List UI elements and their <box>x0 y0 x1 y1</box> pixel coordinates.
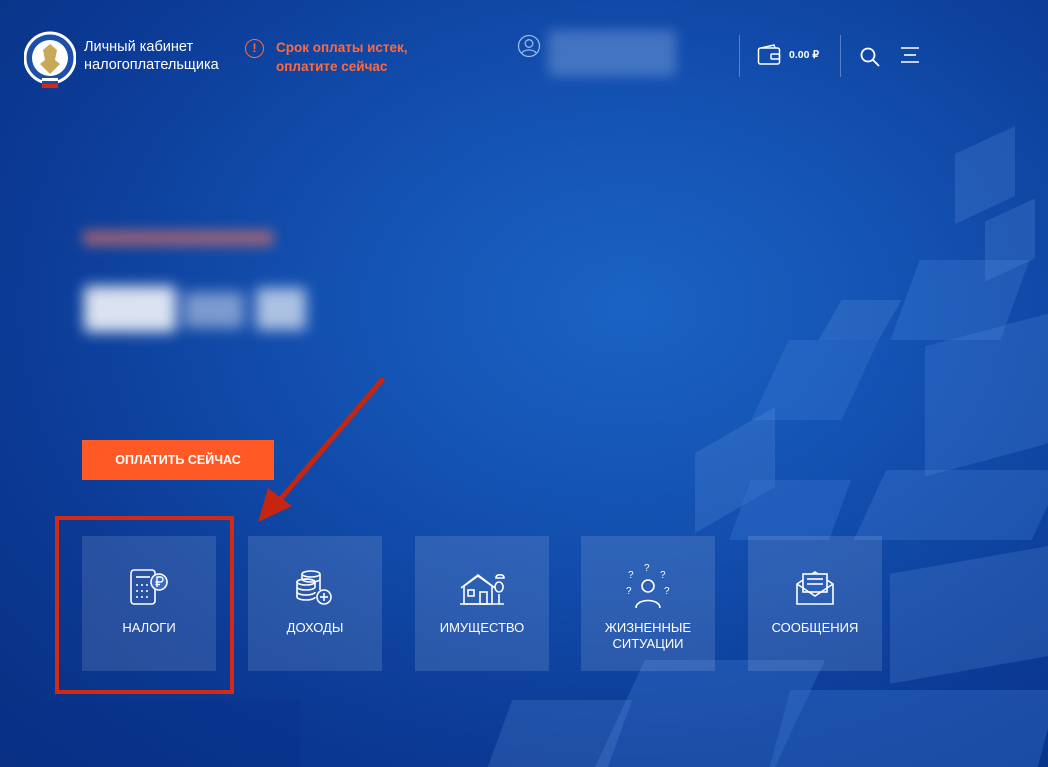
warning-line2: оплатите сейчас <box>276 59 388 74</box>
tile-life-situations[interactable]: ??? ?? ЖИЗНЕННЫЕ СИТУАЦИИ <box>581 536 715 671</box>
tile-label-line1: СООБЩЕНИЯ <box>771 620 859 635</box>
tile-label: НАЛОГИ <box>82 620 216 636</box>
user-icon[interactable] <box>517 34 541 58</box>
balance-amount[interactable]: 0.00 ₽ <box>789 49 819 61</box>
tile-label-line1: ДОХОДЫ <box>286 620 344 635</box>
tile-taxes[interactable]: НАЛОГИ <box>82 536 216 671</box>
warning-line1: Срок оплаты истек, <box>276 40 408 55</box>
app-title-line1: Личный кабинет <box>84 39 194 55</box>
calculator-ruble-icon <box>130 569 168 605</box>
header-divider <box>739 35 740 77</box>
tile-label: СООБЩЕНИЯ <box>748 620 882 636</box>
pay-now-button[interactable]: ОПЛАТИТЬ СЕЙЧАС <box>82 440 274 480</box>
debt-label-blurred <box>82 230 274 246</box>
svg-text:?: ? <box>664 586 670 597</box>
header-divider <box>840 35 841 77</box>
tile-label-line1: ЖИЗНЕННЫЕ <box>604 620 692 635</box>
tile-income[interactable]: ДОХОДЫ <box>248 536 382 671</box>
user-name-blurred[interactable] <box>548 30 676 76</box>
app-title-line2: налогоплательщика <box>84 57 219 73</box>
tile-label: ЖИЗНЕННЫЕ СИТУАЦИИ <box>581 620 715 652</box>
warning-icon: ! <box>245 39 264 58</box>
app-title: Личный кабинет налогоплательщика <box>84 38 219 74</box>
fns-logo[interactable] <box>24 30 76 90</box>
debt-amount-blurred <box>84 286 312 332</box>
tile-messages[interactable]: СООБЩЕНИЯ <box>748 536 882 671</box>
svg-text:?: ? <box>628 570 634 581</box>
search-icon[interactable] <box>859 46 881 68</box>
house-icon <box>460 573 505 605</box>
coins-plus-icon <box>296 570 332 605</box>
tile-label: ДОХОДЫ <box>248 620 382 636</box>
tile-label-line2: СИТУАЦИИ <box>612 636 684 651</box>
envelope-icon <box>796 571 834 605</box>
tile-label-line1: НАЛОГИ <box>122 620 176 635</box>
svg-text:?: ? <box>626 586 632 597</box>
tile-label-line1: ИМУЩЕСТВО <box>439 620 525 635</box>
tile-label: ИМУЩЕСТВО <box>415 620 549 636</box>
svg-text:?: ? <box>644 564 650 574</box>
payment-overdue-warning[interactable]: Срок оплаты истек, оплатите сейчас <box>276 38 426 76</box>
person-questions-icon: ??? ?? <box>626 564 670 609</box>
svg-text:?: ? <box>660 570 666 581</box>
tile-property[interactable]: ИМУЩЕСТВО <box>415 536 549 671</box>
wallet-icon[interactable] <box>757 44 781 66</box>
menu-icon[interactable] <box>900 46 920 64</box>
